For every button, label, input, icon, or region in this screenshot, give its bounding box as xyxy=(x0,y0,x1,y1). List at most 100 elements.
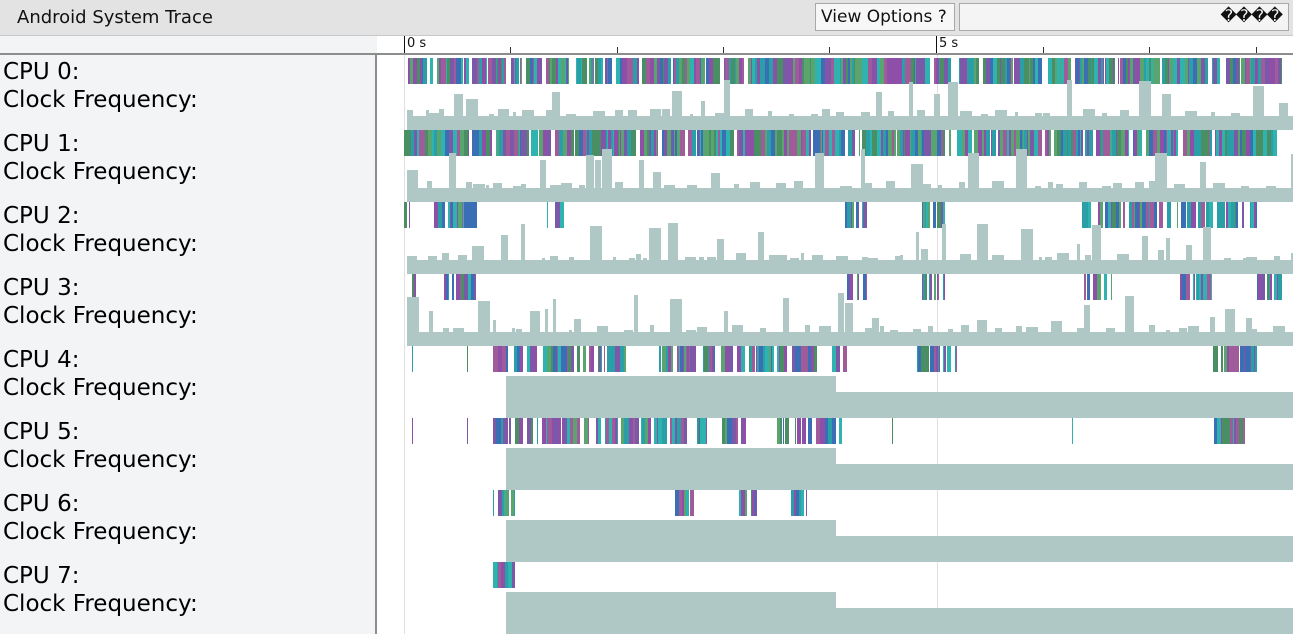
cpu-slice xyxy=(675,418,677,444)
freq-spike xyxy=(501,235,508,260)
cpu-slice xyxy=(852,202,854,228)
cpu-slice xyxy=(850,58,852,84)
freq-spike xyxy=(811,114,818,116)
cpu-slice xyxy=(667,130,669,156)
cpu-slice xyxy=(823,418,825,444)
cpu-slice xyxy=(910,130,911,156)
cpu-slice xyxy=(414,130,417,156)
cpu-slice xyxy=(473,130,474,156)
cpu-slice xyxy=(1134,202,1135,228)
search-glyphs[interactable]: ���� xyxy=(1220,6,1283,25)
cpu-slice xyxy=(1001,58,1005,84)
cpu-slice xyxy=(777,130,779,156)
cpu-slice xyxy=(1038,130,1042,156)
freq-spike xyxy=(513,112,516,116)
cpu-slice xyxy=(517,346,520,372)
cpu-slice xyxy=(409,202,410,228)
cpu-slice xyxy=(471,274,474,300)
cpu-slice xyxy=(805,346,807,372)
cpu-slice xyxy=(847,274,849,300)
cpu-slice xyxy=(457,130,460,156)
cpu-slice xyxy=(1123,58,1126,84)
cpu-slice xyxy=(694,58,695,84)
ruler-minor-tick xyxy=(617,47,618,53)
freq-spike xyxy=(613,257,616,260)
cpu-slice xyxy=(1054,130,1057,156)
cpu-slice xyxy=(1278,274,1282,300)
freq-spike xyxy=(553,299,556,332)
cpu-slice xyxy=(617,418,618,444)
freq-spike xyxy=(685,257,696,260)
cpu-slice xyxy=(859,130,860,156)
cpu-slice xyxy=(717,58,720,84)
cpu-slice xyxy=(757,58,758,84)
cpu-slice xyxy=(624,346,626,372)
cpu-slice xyxy=(756,346,757,372)
cpu-slice xyxy=(551,346,553,372)
view-options-button[interactable]: View Options ? xyxy=(815,3,955,31)
cpu-slice xyxy=(1211,274,1212,300)
freq-spike xyxy=(1056,184,1063,188)
freq-spike xyxy=(407,256,417,260)
ruler-major-tick xyxy=(936,36,937,53)
cpu-slice xyxy=(498,346,502,372)
title-bar: Android System Trace View Options ? ���� xyxy=(0,0,1293,36)
cpu-slice xyxy=(682,58,685,84)
trace-graph[interactable] xyxy=(377,55,1293,634)
freq-spike xyxy=(948,329,953,332)
cpu-slice xyxy=(1121,130,1125,156)
cpu-slice xyxy=(784,346,787,372)
freq-spike xyxy=(429,113,439,116)
cpu-slice xyxy=(1226,58,1230,84)
cpu-slice xyxy=(503,418,507,444)
cpu-slice xyxy=(1055,58,1057,84)
cpu-slice xyxy=(761,130,765,156)
cpu-slice xyxy=(1078,130,1080,156)
cpu-slice xyxy=(915,58,916,84)
cpu-slice xyxy=(434,202,438,228)
cpu-slice xyxy=(1234,418,1236,444)
cpu-slice xyxy=(615,346,619,372)
cpu-slice xyxy=(439,58,441,84)
time-ruler[interactable]: 0 s 5 s xyxy=(377,36,1293,55)
freq-spike xyxy=(921,249,928,260)
cpu-slice xyxy=(804,58,808,84)
cpu-slice xyxy=(1088,202,1091,228)
cpu-slice xyxy=(673,130,674,156)
cpu-slice xyxy=(1128,130,1129,156)
cpu-slice xyxy=(614,130,618,156)
cpu-slice xyxy=(1105,58,1106,84)
cpu-slice xyxy=(726,130,730,156)
cpu-slice xyxy=(697,418,698,444)
cpu-slice xyxy=(1269,274,1270,300)
cpu-slice xyxy=(658,418,662,444)
cpu-slice xyxy=(460,130,464,156)
cpu-slice xyxy=(1094,58,1098,84)
cpu-slice xyxy=(1267,130,1271,156)
freq-spike xyxy=(1241,186,1249,188)
cpu-slice xyxy=(939,58,940,84)
cpu-slice xyxy=(1120,130,1121,156)
cpu-slice xyxy=(1232,346,1236,372)
cpu-slice xyxy=(514,58,515,84)
cpu-slice xyxy=(984,130,986,156)
cpu-slice xyxy=(708,346,709,372)
cpu-slice xyxy=(598,346,599,372)
cpu-slice xyxy=(1061,58,1064,84)
freq-spike xyxy=(1166,330,1170,332)
freq-spike xyxy=(724,311,728,332)
cpu-slice xyxy=(923,274,925,300)
cpu-slice xyxy=(1166,130,1167,156)
cpu-slice xyxy=(567,418,570,444)
cpu-slice xyxy=(422,58,423,84)
cpu-slice xyxy=(1236,346,1239,372)
cpu-slice xyxy=(1146,130,1149,156)
trace-track-area[interactable] xyxy=(377,55,1293,634)
cpu-slice xyxy=(814,346,816,372)
cpu-slice xyxy=(1104,274,1106,300)
cpu-slice xyxy=(1194,58,1197,84)
search-input[interactable]: ���� xyxy=(959,3,1289,31)
cpu-slice xyxy=(515,58,516,84)
cpu-slice xyxy=(1236,58,1239,84)
cpu-slice xyxy=(605,58,606,84)
